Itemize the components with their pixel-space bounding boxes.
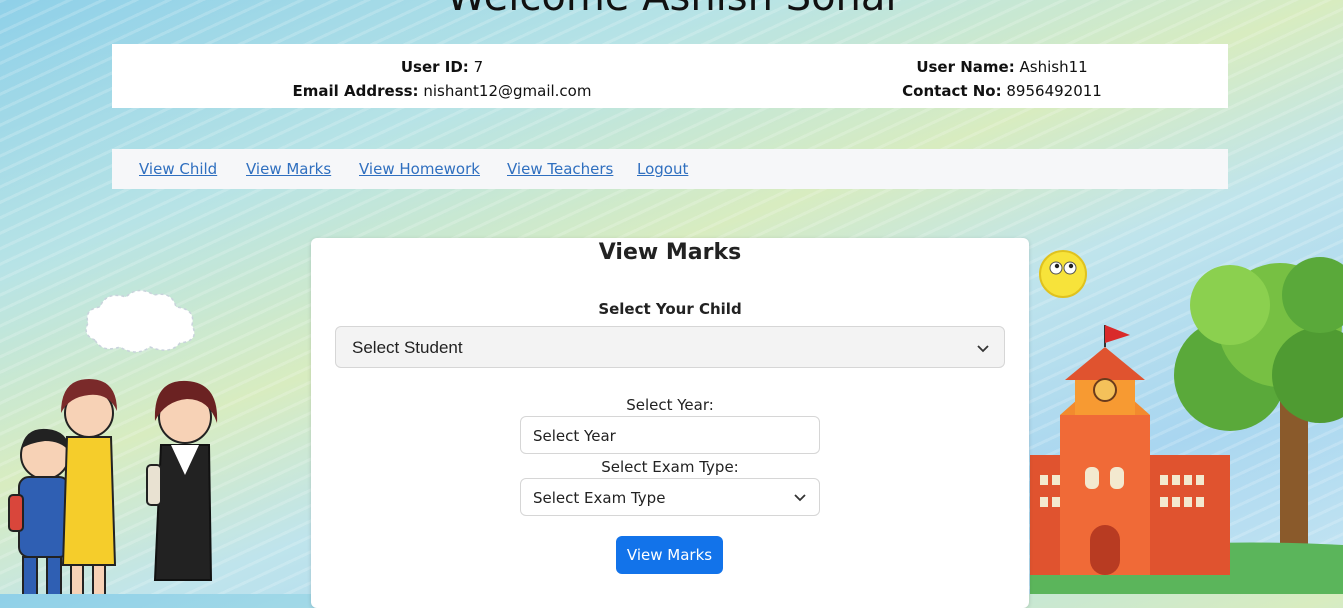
user-info-panel: User ID: 7 Email Address: nishant12@gmai… (112, 44, 1228, 108)
nav-view-teachers[interactable]: View Teachers (507, 160, 613, 178)
nav-view-homework[interactable]: View Homework (359, 160, 480, 178)
nav-view-marks[interactable]: View Marks (246, 160, 331, 178)
chevron-down-icon (977, 345, 989, 353)
child-select[interactable]: Select Student (335, 326, 1005, 368)
user-name-value: Ashish11 (1019, 58, 1088, 76)
user-info-left: User ID: 7 Email Address: nishant12@gmai… (252, 55, 632, 103)
view-marks-card: View Marks Select Your Child Select Stud… (311, 238, 1029, 608)
exam-select-value: Select Exam Type (533, 489, 666, 507)
child-select-value: Select Student (352, 338, 463, 357)
user-info-right: User Name: Ashish11 Contact No: 89564920… (852, 55, 1152, 103)
year-label: Select Year: (626, 396, 714, 414)
child-label: Select Your Child (598, 300, 742, 318)
nav-logout[interactable]: Logout (637, 160, 688, 178)
school-illustration (1030, 257, 1343, 594)
year-input-value: Select Year (533, 427, 616, 445)
email-value: nishant12@gmail.com (423, 82, 592, 100)
email-label: Email Address: (292, 82, 419, 100)
user-id-value: 7 (473, 58, 484, 76)
chevron-down-icon (794, 494, 806, 502)
user-name-label: User Name: (916, 58, 1015, 76)
view-marks-button[interactable]: View Marks (616, 536, 723, 574)
exam-label: Select Exam Type: (601, 458, 739, 476)
welcome-heading: Welcome Ashish Sohal (0, 0, 1343, 20)
main-nav: View Child View Marks View Homework View… (112, 149, 1228, 189)
year-input[interactable]: Select Year (520, 416, 820, 454)
user-id-label: User ID: (400, 58, 469, 76)
contact-label: Contact No: (902, 82, 1002, 100)
cloud-illustration (85, 289, 195, 353)
family-illustration (8, 379, 218, 594)
exam-type-select[interactable]: Select Exam Type (520, 478, 820, 516)
nav-view-child[interactable]: View Child (139, 160, 217, 178)
contact-value: 8956492011 (1006, 82, 1102, 100)
form-title: View Marks (598, 240, 742, 265)
